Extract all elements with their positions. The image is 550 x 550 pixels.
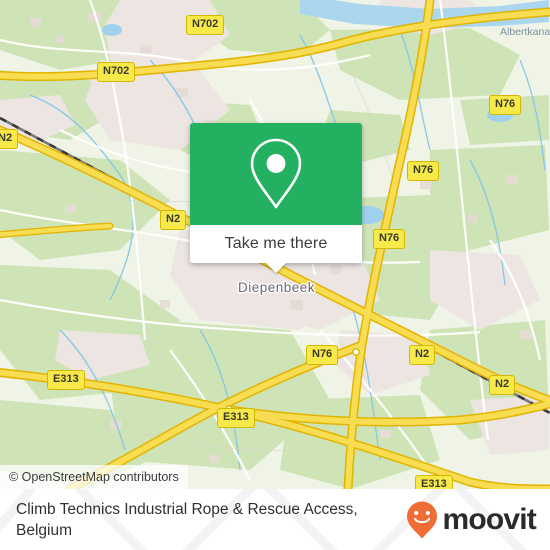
road-shield-e313-b[interactable]: E313 xyxy=(217,408,255,428)
page-title: Climb Technics Industrial Rope & Rescue … xyxy=(16,500,358,539)
road-shield-n76-b[interactable]: N76 xyxy=(407,161,440,181)
road-shield-n2-d[interactable]: N2 xyxy=(489,375,516,395)
page-footer: Climb Technics Industrial Rope & Rescue … xyxy=(0,489,550,550)
road-shield-n76-c[interactable]: N76 xyxy=(373,229,406,249)
moovit-smiley-pin-icon xyxy=(407,501,438,538)
moovit-map-page: Albertkanaal Diepenbeek N702 N702 N76 N2… xyxy=(0,0,550,550)
road-shield-e313-a[interactable]: E313 xyxy=(47,370,85,390)
map-attribution[interactable]: © OpenStreetMap contributors xyxy=(0,465,188,489)
road-shield-n2-a[interactable]: N2 xyxy=(0,129,19,149)
callout-tail-icon xyxy=(265,262,287,273)
callout-icon-area xyxy=(190,123,362,225)
map-pin-icon xyxy=(250,138,302,209)
road-shield-n76-a[interactable]: N76 xyxy=(489,95,522,115)
road-shield-n702-a[interactable]: N702 xyxy=(186,15,225,35)
map-place-label-diepenbeek: Diepenbeek xyxy=(238,280,316,295)
callout-button-area[interactable]: Take me there xyxy=(190,225,362,273)
take-me-there-callout[interactable]: Take me there xyxy=(190,123,362,273)
road-shield-n2-b[interactable]: N2 xyxy=(160,210,187,230)
moovit-logo[interactable]: moovit xyxy=(405,500,537,540)
road-shield-n702-b[interactable]: N702 xyxy=(97,62,136,82)
moovit-wordmark: moovit xyxy=(442,502,536,536)
road-shield-e313-c[interactable]: E313 xyxy=(415,475,453,489)
road-shield-n2-c[interactable]: N2 xyxy=(409,345,436,365)
road-shield-n76-d[interactable]: N76 xyxy=(306,345,339,365)
map-water-label-albertkanaal: Albertkanaal xyxy=(500,26,550,38)
take-me-there-label: Take me there xyxy=(224,235,328,252)
